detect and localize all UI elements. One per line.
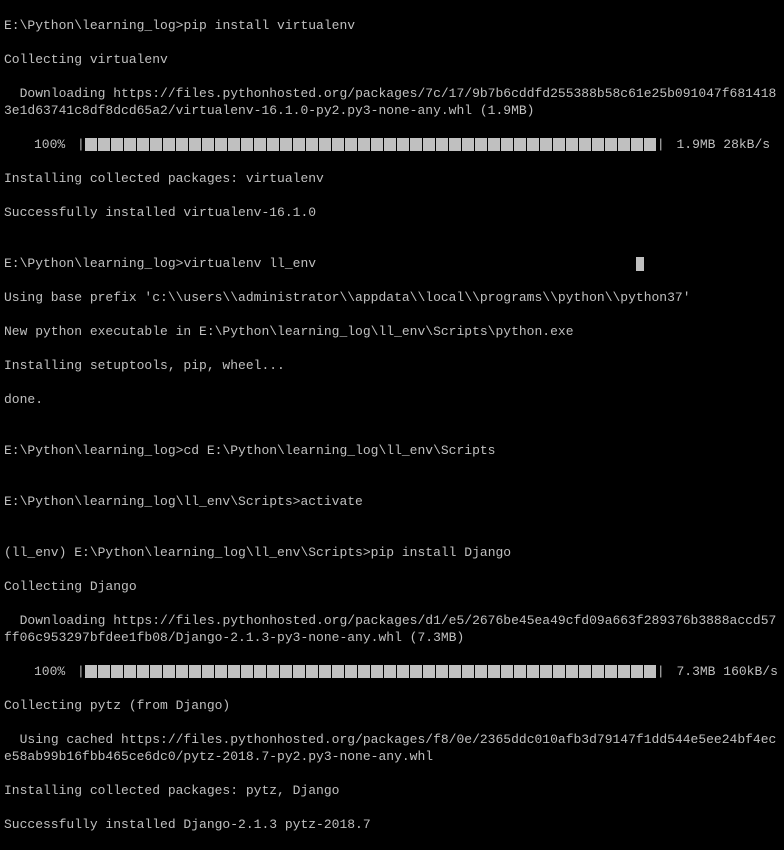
command: activate [300, 494, 362, 509]
output-line: Using base prefix 'c:\\users\\administra… [4, 289, 780, 306]
prompt: E:\Python\learning_log> [4, 18, 183, 33]
progress-line-2: 100% | | 7.3MB 160kB/s [4, 663, 780, 680]
progress-bar [85, 664, 657, 679]
output-line: Collecting Django [4, 578, 780, 595]
output-line: Using cached https://files.pythonhosted.… [4, 731, 780, 765]
progress-percent: 100% [4, 137, 69, 152]
progress-bar-end: | [657, 664, 665, 679]
progress-line-1: 100% | | 1.9MB 28kB/s [4, 136, 780, 153]
progress-percent: 100% [4, 664, 69, 679]
progress-bar-start: | [77, 664, 85, 679]
output-line: Downloading https://files.pythonhosted.o… [4, 85, 780, 119]
prompt: E:\Python\learning_log\ll_env\Scripts> [4, 494, 300, 509]
output-line: New python executable in E:\Python\learn… [4, 323, 780, 340]
output-line: Downloading https://files.pythonhosted.o… [4, 612, 780, 646]
command: pip install virtualenv [183, 18, 355, 33]
cursor-icon [636, 257, 644, 271]
progress-bar-start: | [77, 137, 85, 152]
output-line: Collecting virtualenv [4, 51, 780, 68]
cmd-line-2: E:\Python\learning_log>virtualenv ll_env [4, 255, 780, 272]
output-line: Installing collected packages: pytz, Dja… [4, 782, 780, 799]
output-line: done. [4, 391, 780, 408]
cmd-line-5: (ll_env) E:\Python\learning_log\ll_env\S… [4, 544, 780, 561]
progress-bar-end: | [657, 137, 665, 152]
command: cd E:\Python\learning_log\ll_env\Scripts [183, 443, 495, 458]
cmd-line-4: E:\Python\learning_log\ll_env\Scripts>ac… [4, 493, 780, 510]
terminal-output[interactable]: E:\Python\learning_log>pip install virtu… [0, 0, 784, 850]
progress-stats: 7.3MB 160kB/s [672, 664, 777, 679]
output-line: Successfully installed virtualenv-16.1.0 [4, 204, 780, 221]
output-line: Successfully installed Django-2.1.3 pytz… [4, 816, 780, 833]
progress-bar [85, 137, 657, 152]
command: pip install Django [371, 545, 511, 560]
cmd-line-3: E:\Python\learning_log>cd E:\Python\lear… [4, 442, 780, 459]
output-line: Installing setuptools, pip, wheel... [4, 357, 780, 374]
prompt: E:\Python\learning_log> [4, 256, 183, 271]
output-line: Collecting pytz (from Django) [4, 697, 780, 714]
prompt: E:\Python\learning_log> [4, 443, 183, 458]
cmd-line-1: E:\Python\learning_log>pip install virtu… [4, 17, 780, 34]
command: virtualenv ll_env [183, 256, 316, 271]
prompt: (ll_env) E:\Python\learning_log\ll_env\S… [4, 545, 371, 560]
progress-stats: 1.9MB 28kB/s [672, 137, 770, 152]
output-line: Installing collected packages: virtualen… [4, 170, 780, 187]
